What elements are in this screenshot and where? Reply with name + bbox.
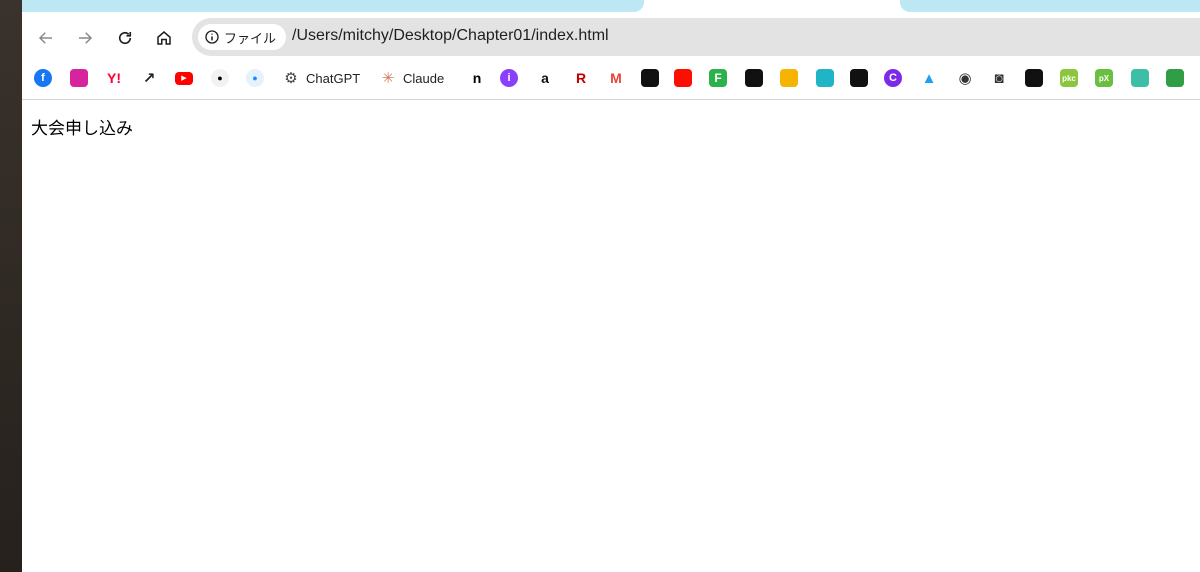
tab-right[interactable]: [900, 0, 1200, 12]
bookmark-purple-circle[interactable]: i: [500, 68, 518, 88]
adobe-icon: [674, 69, 692, 87]
bookmark-apple[interactable]: ●: [211, 68, 229, 88]
teal-icon: [1131, 69, 1149, 87]
bookmark-pkc[interactable]: pkc: [1060, 68, 1078, 88]
black-k-icon: [745, 69, 763, 87]
bookmark-chatgpt[interactable]: ⚙ ChatGPT: [282, 68, 360, 88]
bookmark-xmind[interactable]: [780, 68, 798, 88]
rakuten-icon: R: [575, 70, 587, 86]
bookmark-rakuten[interactable]: R: [572, 68, 590, 88]
tab-left[interactable]: [22, 0, 644, 12]
bookmark-pj[interactable]: [816, 68, 834, 88]
bookmark-dark-app[interactable]: [641, 68, 659, 88]
canva-icon: C: [884, 69, 902, 87]
bookmark-apple-blue[interactable]: ●: [246, 68, 264, 88]
bookmark-note[interactable]: n: [468, 68, 486, 88]
bookmark-facebook[interactable]: f: [34, 68, 52, 88]
bookmark-black-k[interactable]: [745, 68, 763, 88]
bookmark-teal[interactable]: [1131, 68, 1149, 88]
bookmark-instagram[interactable]: [70, 68, 88, 88]
back-button[interactable]: [30, 22, 62, 54]
gmail-icon: M: [610, 70, 622, 86]
forward-arrow-icon: [79, 32, 93, 44]
tab-strip: [22, 0, 1200, 12]
home-icon: [157, 31, 171, 45]
instagram-icon: [70, 69, 88, 87]
note-icon: n: [472, 70, 482, 86]
chatgpt-icon: ⚙: [284, 70, 298, 87]
info-icon: [205, 30, 219, 44]
bookmark-amazon[interactable]: a: [536, 68, 554, 88]
url-text[interactable]: /Users/mitchy/Desktop/Chapter01/index.ht…: [292, 27, 609, 45]
bookmark-feedly[interactable]: F: [709, 68, 727, 88]
reload-icon: [118, 31, 132, 45]
apple-blue-icon: ●: [246, 69, 264, 87]
dark-app-icon: [641, 69, 659, 87]
xmind-icon: [780, 69, 798, 87]
eye-icon: ◉: [958, 70, 972, 87]
pkc-icon: pkc: [1060, 69, 1078, 87]
browser-toolbar: ファイル /Users/mitchy/Desktop/Chapter01/ind…: [22, 18, 1200, 58]
page-heading: 大会申し込み: [31, 119, 133, 139]
bookmark-youtube[interactable]: ▶: [175, 68, 193, 88]
site-info-label: ファイル: [224, 30, 277, 46]
page-content: 大会申し込み: [22, 100, 1200, 572]
apple-icon: ●: [211, 69, 229, 87]
purple-circle-icon: i: [500, 69, 518, 87]
bookmark-pixiv[interactable]: pX: [1095, 68, 1113, 88]
black-square-icon: [850, 69, 868, 87]
green-cat-icon: [1166, 69, 1184, 87]
bookmark-black-square[interactable]: [850, 68, 868, 88]
bookmark-claude[interactable]: ✳ Claude: [379, 68, 445, 88]
x-arrow-icon: ↗: [142, 70, 156, 87]
claude-icon: ✳: [381, 70, 395, 87]
reload-button[interactable]: [109, 22, 141, 54]
bookmark-x-arrow[interactable]: ↗: [140, 68, 158, 88]
bookmark-camera[interactable]: ◙: [990, 68, 1008, 88]
bookmark-yahoo[interactable]: Y!: [105, 68, 123, 88]
bookmark-label: Claude: [403, 70, 445, 86]
site-info-chip[interactable]: ファイル: [198, 24, 287, 50]
facebook-icon: f: [34, 69, 52, 87]
unsplash-icon: [1025, 69, 1043, 87]
bookmark-green-cat[interactable]: [1166, 68, 1184, 88]
browser-window: ファイル /Users/mitchy/Desktop/Chapter01/ind…: [22, 0, 1200, 572]
twitter-icon: ▲: [921, 69, 937, 87]
camera-icon: ◙: [994, 69, 1004, 87]
bookmark-eye[interactable]: ◉: [956, 68, 974, 88]
bookmark-label: ChatGPT: [306, 70, 361, 86]
amazon-icon: a: [541, 70, 549, 86]
bookmark-canva[interactable]: C: [884, 68, 902, 88]
address-bar[interactable]: ファイル /Users/mitchy/Desktop/Chapter01/ind…: [192, 18, 1200, 56]
bookmark-twitter[interactable]: ▲: [920, 68, 938, 88]
bookmark-unsplash[interactable]: [1025, 68, 1043, 88]
desktop-edge: [0, 0, 22, 572]
pj-icon: [816, 69, 834, 87]
pixiv-icon: pX: [1095, 69, 1113, 87]
back-arrow-icon: [38, 32, 52, 44]
yahoo-icon: Y!: [107, 70, 121, 86]
home-button[interactable]: [148, 22, 180, 54]
bookmark-adobe[interactable]: [674, 68, 692, 88]
youtube-icon: ▶: [175, 71, 193, 85]
feedly-icon: F: [709, 69, 727, 87]
bookmark-gmail[interactable]: M: [607, 68, 625, 88]
forward-button[interactable]: [69, 22, 101, 54]
bookmarks-bar: f Y! ↗ ▶ ● ● ⚙ ChatGPT ✳ Claude n i a R M F C ▲ ◉ ◙ pkc pX: [22, 64, 1200, 92]
